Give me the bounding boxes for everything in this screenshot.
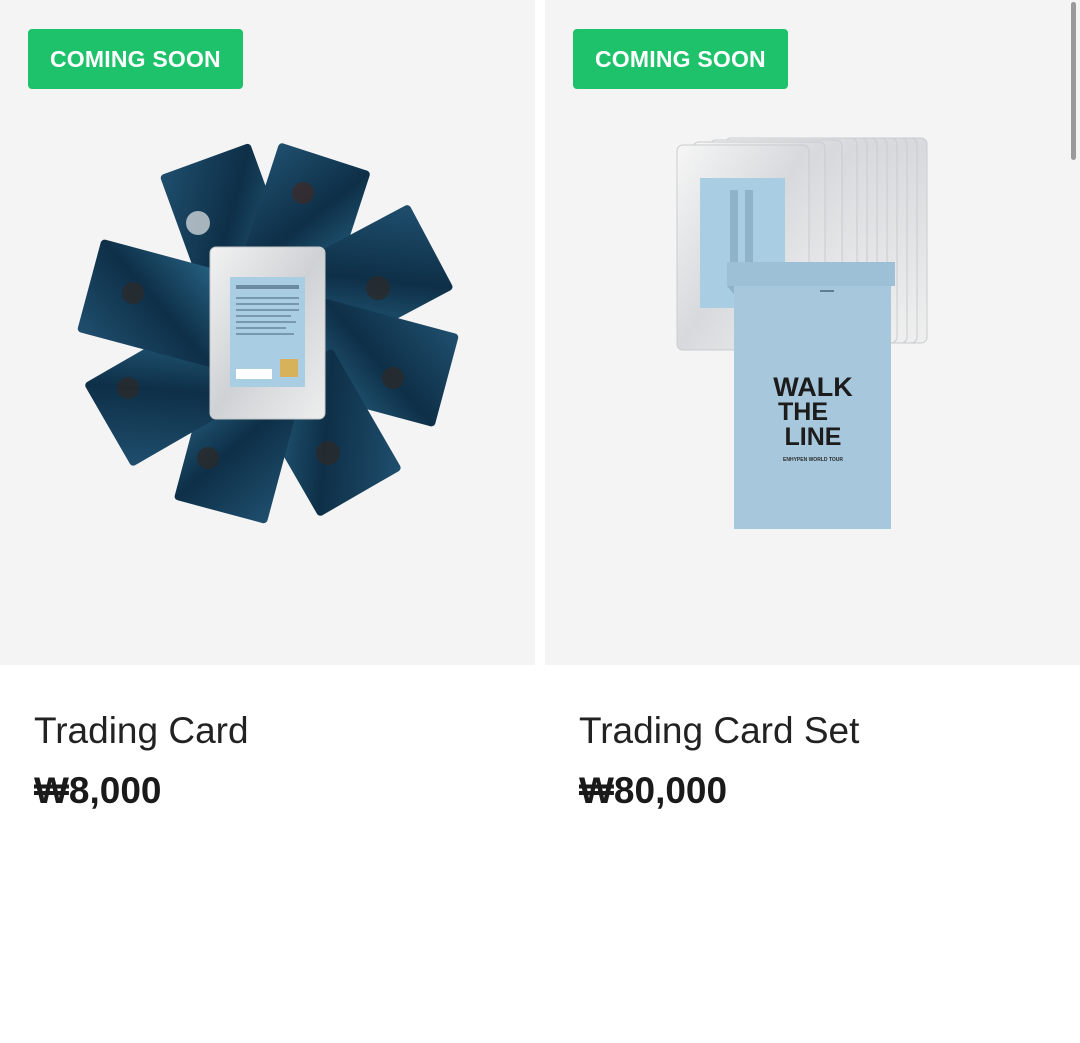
product-card-trading-card-set[interactable]: WALK THE LINE ENHYPEN WORLD TOUR COMING … <box>545 0 1080 811</box>
envelope-line-3: LINE <box>785 423 842 451</box>
vertical-scrollbar[interactable] <box>1068 0 1080 1043</box>
envelope-line-2: THE <box>778 398 828 426</box>
product-title[interactable]: Trading Card Set <box>579 710 859 752</box>
product-price: ₩8,000 <box>34 770 162 811</box>
trading-card-set-image: WALK THE LINE ENHYPEN WORLD TOUR <box>676 137 928 529</box>
envelope: WALK THE LINE ENHYPEN WORLD TOUR <box>727 262 895 529</box>
product-image-container[interactable]: COMING SOON <box>0 0 535 665</box>
product-card-trading-card[interactable]: COMING SOON Trading Card ₩8,000 <box>0 0 535 811</box>
product-image-container[interactable]: WALK THE LINE ENHYPEN WORLD TOUR COMING … <box>545 0 1080 665</box>
product-price: ₩80,000 <box>579 770 728 811</box>
scrollbar-thumb[interactable] <box>1071 2 1076 160</box>
product-grid-page: COMING SOON Trading Card ₩8,000 WALK THE… <box>0 0 1080 1043</box>
envelope-subtext: ENHYPEN WORLD TOUR <box>783 457 843 463</box>
foil-pack <box>209 246 326 420</box>
coming-soon-badge: COMING SOON <box>28 29 243 89</box>
coming-soon-badge: COMING SOON <box>573 29 788 89</box>
trading-card-pack-image <box>77 143 459 524</box>
product-title[interactable]: Trading Card <box>34 710 249 752</box>
